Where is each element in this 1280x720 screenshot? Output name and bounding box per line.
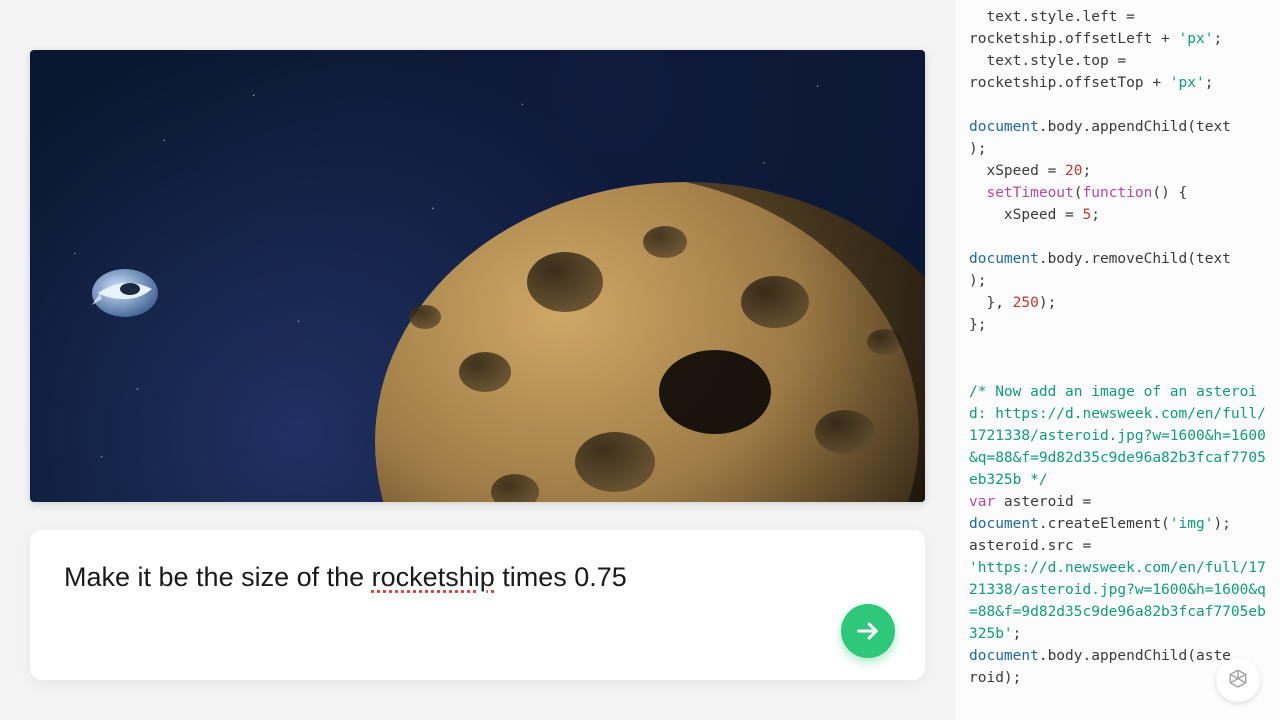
code-panel[interactable]: text.style.left =rocketship.offsetLeft +…	[955, 0, 1280, 720]
send-button[interactable]	[841, 604, 895, 658]
openai-icon	[1224, 666, 1252, 694]
prompt-text-underlined: rocketship	[372, 562, 495, 592]
prompt-input[interactable]: Make it be the size of the rocketship ti…	[64, 560, 891, 595]
rocketship-sprite	[90, 265, 160, 320]
prompt-text-suffix: times 0.75	[495, 562, 627, 592]
prompt-text-prefix: Make it be the size of the	[64, 562, 372, 592]
asteroid-sprite	[365, 162, 925, 502]
openai-logo-badge	[1216, 658, 1260, 702]
preview-canvas	[30, 50, 925, 502]
prompt-card: Make it be the size of the rocketship ti…	[30, 530, 925, 680]
arrow-right-icon	[854, 617, 882, 645]
